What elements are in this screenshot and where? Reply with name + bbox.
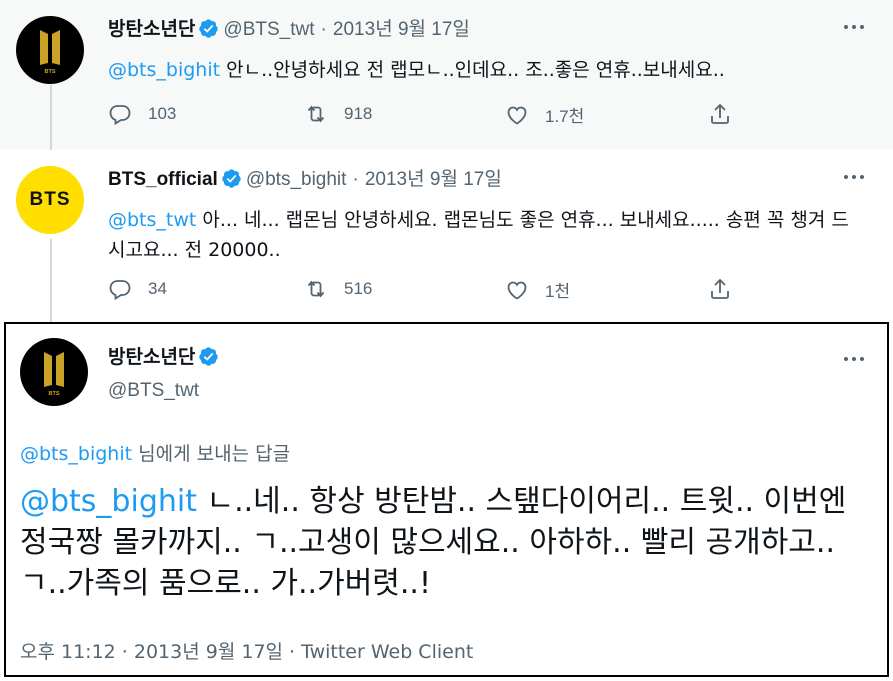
like-icon [505, 103, 529, 127]
tweet[interactable]: 방탄소년단 @BTS_twt · 2013년 9월 17일 @bts_bighit… [0, 0, 893, 150]
bts-logo [16, 16, 84, 84]
tweet-date[interactable]: 2013년 9월 17일 [333, 19, 470, 40]
tweet-text: @bts_bighit 안ㄴ..안녕하세요 전 랩모ㄴ..인데요.. 조..좋은… [108, 55, 853, 85]
like-count: 1천 [545, 282, 571, 301]
reply-button[interactable]: 34 [108, 277, 167, 301]
tweet-body: 안ㄴ..안녕하세요 전 랩모ㄴ..인데요.. 조..좋은 연휴..보내세요.. [220, 59, 725, 81]
verified-icon [198, 346, 219, 367]
user-handle[interactable]: @bts_bighit [246, 169, 347, 190]
replying-to-label: 님에게 보내는 답글 [132, 443, 291, 465]
tweet-body: 아... 네... 랩몬님 안녕하세요. 랩몬님도 좋은 연휴... 보내세요.… [108, 209, 849, 261]
share-icon [708, 277, 732, 301]
reply-count: 34 [148, 279, 167, 298]
avatar-logo-text: BTS [29, 189, 71, 210]
like-button[interactable]: 1천 [505, 277, 570, 302]
tweet-header: BTS_official @bts_bighit · 2013년 9월 17일 [108, 166, 502, 193]
retweet-icon [304, 277, 328, 301]
user-handle[interactable]: @BTS_twt [223, 19, 314, 40]
retweet-button[interactable]: 516 [304, 277, 372, 301]
focused-tweet: 방탄소년단 @BTS_twt @bts_bighit 님에게 보내는 답글 @b… [4, 322, 889, 677]
tweet[interactable]: BTS BTS_official @bts_bighit · 2013년 9월 1… [0, 150, 893, 322]
tweet-header: 방탄소년단 @BTS_twt · 2013년 9월 17일 [108, 16, 470, 43]
tweet-text: @bts_twt 아... 네... 랩몬님 안녕하세요. 랩몬님도 좋은 연휴… [108, 205, 853, 265]
tweet-text: @bts_bighit ㄴ..네.. 항상 방탄밤.. 스탶다이어리.. 트윗.… [20, 481, 880, 604]
retweet-button[interactable]: 918 [304, 102, 372, 126]
share-button[interactable] [708, 102, 748, 126]
thread-line [50, 85, 52, 160]
mention-link[interactable]: @bts_bighit [20, 484, 197, 519]
separator-dot: · [320, 19, 327, 40]
retweet-count: 918 [344, 104, 373, 123]
mention-link[interactable]: @bts_twt [108, 209, 196, 231]
thread-line [50, 239, 52, 323]
tweet-date[interactable]: 2013년 9월 17일 [365, 169, 502, 190]
action-bar: 34 516 1천 [108, 277, 758, 305]
display-name[interactable]: 방탄소년단 [108, 19, 195, 40]
display-name[interactable]: BTS_official [108, 169, 218, 190]
retweet-count: 516 [344, 279, 373, 298]
display-name[interactable]: 방탄소년단 [108, 347, 195, 368]
separator-dot: · [352, 169, 359, 190]
reply-icon [108, 277, 132, 301]
avatar[interactable]: BTS [16, 166, 84, 234]
tweet-meta[interactable]: 오후 11:12 · 2013년 9월 17일 · Twitter Web Cl… [20, 637, 473, 664]
reply-icon [108, 102, 132, 126]
bts-logo [20, 338, 88, 406]
share-icon [708, 102, 732, 126]
mention-link[interactable]: @bts_bighit [108, 59, 220, 81]
more-icon[interactable] [843, 354, 865, 364]
more-icon[interactable] [843, 172, 865, 182]
user-handle[interactable]: @BTS_twt [108, 380, 199, 402]
verified-icon [198, 18, 219, 39]
more-icon[interactable] [843, 22, 865, 32]
verified-icon [221, 168, 242, 189]
mention-link[interactable]: @bts_bighit [20, 443, 132, 465]
action-bar: 103 918 1.7천 [108, 102, 758, 130]
like-count: 1.7천 [545, 107, 585, 126]
like-icon [505, 278, 529, 302]
share-button[interactable] [708, 277, 748, 301]
reply-button[interactable]: 103 [108, 102, 176, 126]
avatar[interactable] [20, 338, 88, 406]
replying-to: @bts_bighit 님에게 보내는 답글 [20, 439, 290, 466]
like-button[interactable]: 1.7천 [505, 102, 584, 127]
retweet-icon [304, 102, 328, 126]
reply-count: 103 [148, 104, 177, 123]
avatar[interactable] [16, 16, 84, 84]
display-name-row: 방탄소년단 [108, 342, 223, 369]
